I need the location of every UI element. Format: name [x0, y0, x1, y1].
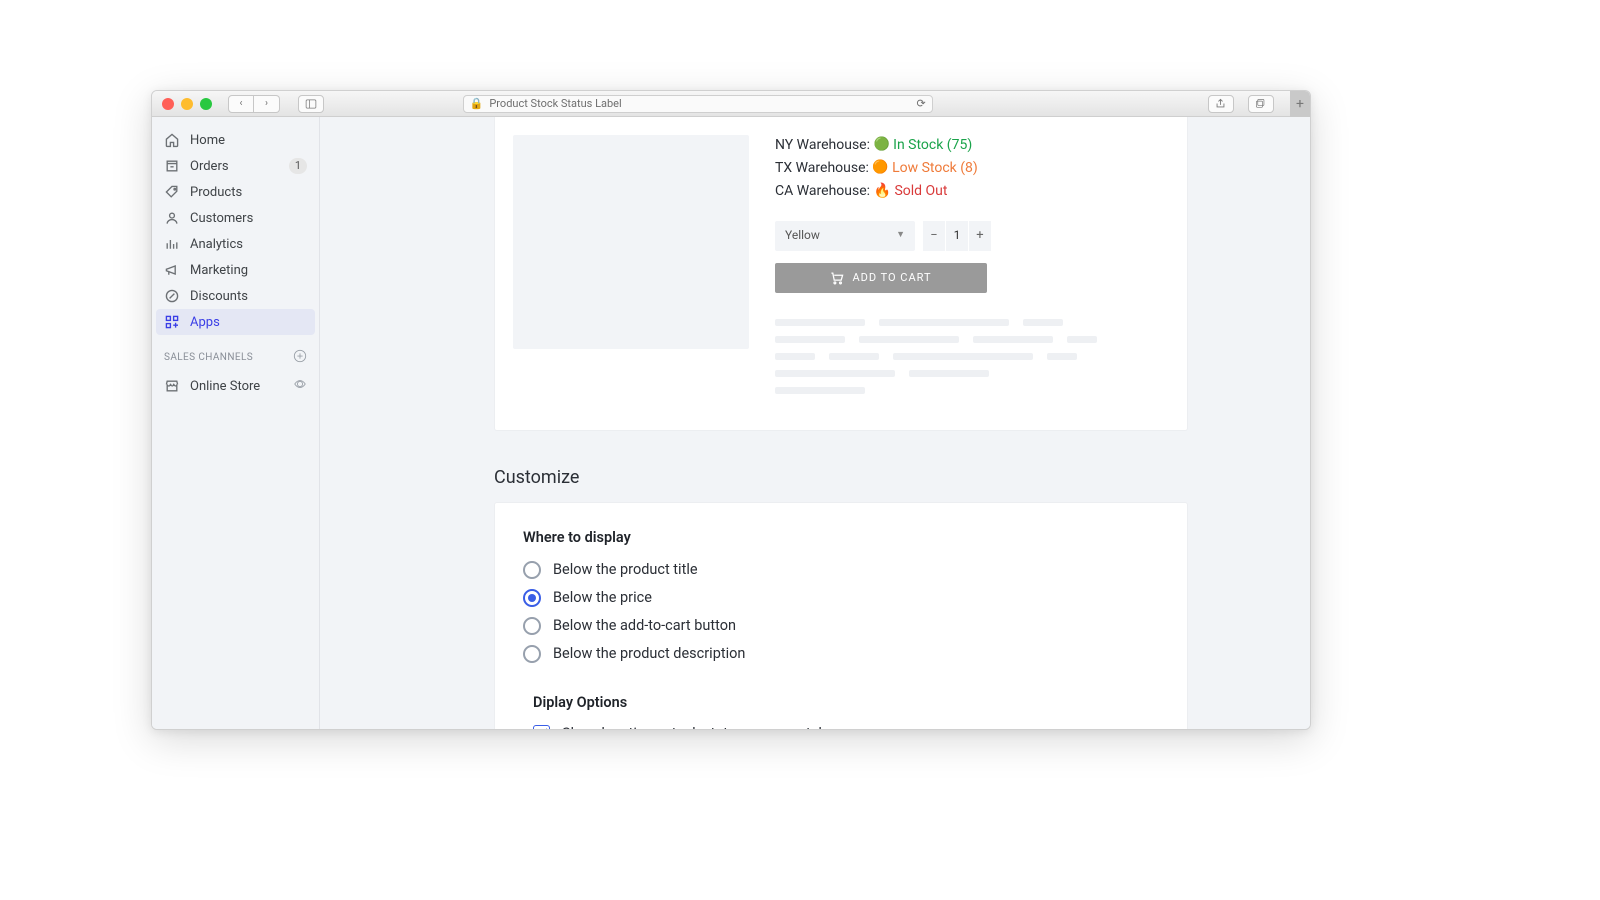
stock-status-row: CA Warehouse: 🔥 Sold Out	[775, 181, 1169, 201]
sidebar-item-customers[interactable]: Customers	[152, 205, 319, 231]
page-title: Product Stock Status Label	[489, 97, 621, 110]
product-column: NY Warehouse: 🟢 In Stock (75) TX Warehou…	[775, 135, 1169, 404]
sidebar-item-label: Marketing	[190, 263, 248, 278]
variant-select[interactable]: Yellow ▼	[775, 221, 915, 251]
orders-badge: 1	[289, 158, 307, 174]
display-options-header: Diplay Options	[533, 694, 1159, 711]
status-dot-icon: 🟠	[872, 160, 888, 175]
sidebar-item-discounts[interactable]: Discounts	[152, 283, 319, 309]
toolbar-right	[1200, 95, 1274, 113]
sidebar-item-label: Apps	[190, 315, 220, 330]
sidebar-item-analytics[interactable]: Analytics	[152, 231, 319, 257]
analytics-icon	[164, 236, 180, 252]
window-controls	[162, 98, 212, 110]
radio-icon	[523, 561, 541, 579]
orders-icon	[164, 158, 180, 174]
new-tab-button[interactable]: +	[1290, 91, 1310, 117]
radio-icon	[523, 645, 541, 663]
minimize-window-button[interactable]	[181, 98, 193, 110]
radio-option[interactable]: Below the product title	[523, 556, 1159, 584]
reload-icon[interactable]: ⟳	[916, 97, 925, 110]
sidebar-channels-header: SALES CHANNELS	[152, 335, 319, 372]
user-icon	[164, 210, 180, 226]
cart-icon	[830, 271, 844, 285]
preview-card: NY Warehouse: 🟢 In Stock (75) TX Warehou…	[494, 117, 1188, 431]
description-placeholder	[775, 319, 1169, 394]
customize-card: Where to display Below the product title…	[494, 502, 1188, 729]
add-to-cart-button[interactable]: ADD TO CART	[775, 263, 987, 293]
checkbox-icon	[533, 725, 550, 729]
safari-window: ‹ › 🔒 Product Stock Status Label ⟳ + Ho	[151, 90, 1311, 730]
radio-icon	[523, 589, 541, 607]
radio-option[interactable]: Below the price	[523, 584, 1159, 612]
view-store-icon[interactable]	[293, 377, 307, 395]
chevron-down-icon: ▼	[896, 229, 905, 242]
sidebar-item-home[interactable]: Home	[152, 127, 319, 153]
radio-icon	[523, 617, 541, 635]
radio-option[interactable]: Below the product description	[523, 640, 1159, 668]
main-content: NY Warehouse: 🟢 In Stock (75) TX Warehou…	[320, 117, 1310, 729]
sidebar-item-label: Online Store	[190, 379, 260, 394]
tabs-button[interactable]	[1248, 95, 1274, 113]
browser-titlebar: ‹ › 🔒 Product Stock Status Label ⟳ +	[152, 91, 1310, 117]
back-button[interactable]: ‹	[228, 95, 254, 113]
status-dot-icon: 🟢	[873, 137, 889, 152]
megaphone-icon	[164, 262, 180, 278]
sidebar-item-label: Customers	[190, 211, 253, 226]
checkbox-option[interactable]: Show locations stock statuses separately	[523, 721, 1159, 729]
lock-icon: 🔒	[470, 97, 484, 110]
close-window-button[interactable]	[162, 98, 174, 110]
add-channel-button[interactable]	[293, 349, 307, 366]
admin-sidebar: Home Orders 1 Products Customers Analyti…	[152, 117, 320, 729]
quantity-stepper: − 1 +	[923, 221, 991, 251]
sidebar-item-label: Discounts	[190, 289, 248, 304]
sidebar-item-orders[interactable]: Orders 1	[152, 153, 319, 179]
status-text: Low Stock (8)	[892, 160, 978, 176]
stock-status-row: NY Warehouse: 🟢 In Stock (75)	[775, 135, 1169, 156]
sidebar-item-label: Home	[190, 133, 225, 148]
discount-icon	[164, 288, 180, 304]
qty-increase-button[interactable]: +	[969, 221, 991, 251]
app-body: Home Orders 1 Products Customers Analyti…	[152, 117, 1310, 729]
product-controls: Yellow ▼ − 1 +	[775, 221, 1169, 251]
sidebar-item-label: Orders	[190, 159, 229, 174]
status-text: In Stock (75)	[893, 137, 972, 153]
share-button[interactable]	[1208, 95, 1234, 113]
qty-value: 1	[946, 221, 968, 251]
nav-buttons: ‹ ›	[228, 95, 280, 113]
sidebar-item-marketing[interactable]: Marketing	[152, 257, 319, 283]
sidebar-item-label: Analytics	[190, 237, 243, 252]
where-to-display-header: Where to display	[523, 529, 1159, 546]
address-bar[interactable]: 🔒 Product Stock Status Label ⟳	[463, 95, 933, 113]
tag-icon	[164, 184, 180, 200]
zoom-window-button[interactable]	[200, 98, 212, 110]
sidebar-item-label: Products	[190, 185, 242, 200]
home-icon	[164, 132, 180, 148]
radio-option[interactable]: Below the add-to-cart button	[523, 612, 1159, 640]
qty-decrease-button[interactable]: −	[923, 221, 945, 251]
sidebar-toggle-button[interactable]	[298, 95, 324, 113]
stock-status-row: TX Warehouse: 🟠 Low Stock (8)	[775, 158, 1169, 179]
sidebar-item-apps[interactable]: Apps	[156, 309, 315, 335]
sidebar-item-products[interactable]: Products	[152, 179, 319, 205]
sidebar-item-online-store[interactable]: Online Store	[152, 372, 319, 400]
apps-icon	[164, 314, 180, 330]
status-text: Sold Out	[894, 183, 947, 199]
fire-icon: 🔥	[874, 183, 891, 199]
section-title-customize: Customize	[494, 467, 1310, 488]
store-icon	[164, 378, 180, 394]
product-image-placeholder	[513, 135, 749, 349]
forward-button[interactable]: ›	[254, 95, 280, 113]
